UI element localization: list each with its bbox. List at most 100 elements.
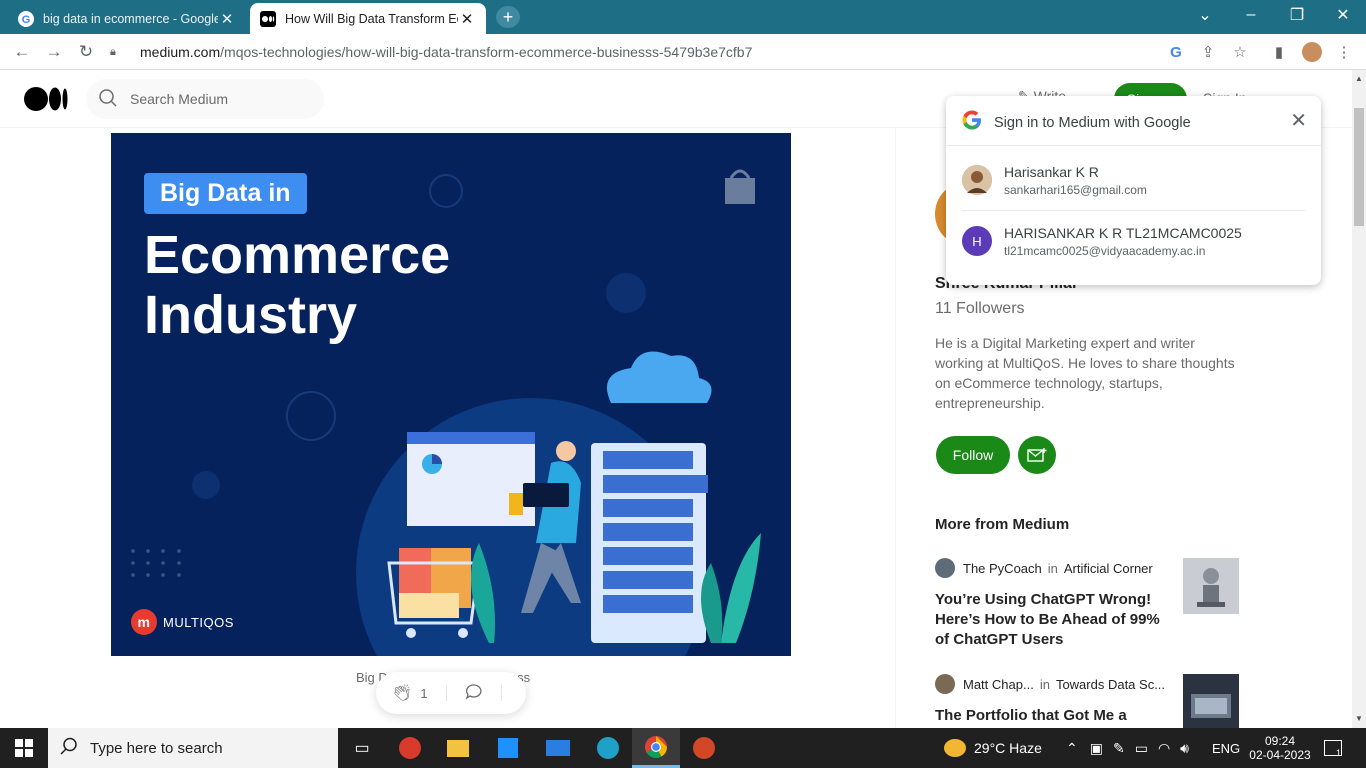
hero-title: Ecommerce Industry [144,225,450,345]
tab-title: How Will Big Data Transform Eco [285,11,458,26]
mail-icon[interactable] [534,728,582,768]
story-card[interactable]: Matt Chap... in Towards Data Sc... The P… [935,674,1239,730]
chevron-up-icon[interactable]: ⌃ [1066,740,1078,757]
weather-widget[interactable]: 29°C Haze [944,728,1042,768]
menu-kebab-icon[interactable]: ⋮ [1334,42,1354,62]
story-card[interactable]: The PyCoach in Artificial Corner You’re … [935,558,1239,650]
restore-button[interactable]: ❐ [1274,0,1320,30]
edge-icon[interactable] [584,728,632,768]
author-avatar[interactable] [935,674,955,694]
story-author[interactable]: Matt Chap... [963,677,1034,692]
story-author[interactable]: The PyCoach [963,561,1042,576]
brand-name: MULTIQOS [163,614,234,630]
powerpoint-icon[interactable] [680,728,728,768]
author-bio: He is a Digital Marketing expert and wri… [935,335,1235,411]
author-avatar[interactable] [935,558,955,578]
story-headline[interactable]: The Portfolio that Got Me a [935,706,1160,726]
clap-icon[interactable]: 👏︎ [392,683,412,703]
account-avatar [962,165,992,195]
forward-arrow-icon[interactable]: → [42,40,66,64]
story-publication[interactable]: Towards Data Sc... [1056,677,1165,692]
account-option[interactable]: Harisankar K R sankarhari165@gmail.com [962,150,1305,210]
account-option[interactable]: H HARISANKAR K R TL21MCAMC0025 tl21mcamc… [962,211,1305,271]
clap-count: 1 [420,685,428,701]
volume-icon[interactable]: 🔊︎ [1180,740,1189,757]
bookmark-star-icon[interactable]: ☆ [1230,42,1250,62]
medium-logo-icon[interactable] [24,87,68,116]
chrome-icon[interactable] [632,728,680,768]
scroll-up-arrow-icon[interactable]: ▲ [1355,74,1363,83]
hero-tag: Big Data in [144,173,307,214]
clock-date: 02-04-2023 [1249,748,1311,762]
tab-close-icon[interactable]: ✕ [218,10,236,28]
url-domain: medium.com [140,44,221,60]
account-avatar: H [962,226,992,256]
hero-title-line1: Ecommerce [144,225,451,285]
tab-search-chevron-icon[interactable]: ⌄ [1182,0,1228,30]
taskbar-search-input[interactable]: Type here to search [48,728,338,768]
medium-favicon-icon [260,10,276,27]
story-publication[interactable]: Artificial Corner [1064,561,1153,576]
scroll-down-arrow-icon[interactable]: ▼ [1355,714,1363,723]
tab-close-icon[interactable]: ✕ [458,10,476,28]
close-window-button[interactable]: ✕ [1320,0,1366,30]
search-input[interactable]: Search Medium [86,79,324,119]
story-in: in [1047,560,1058,576]
story-thumbnail[interactable] [1183,674,1239,730]
story-thumbnail[interactable] [1183,558,1239,614]
minimize-button[interactable]: – [1228,0,1274,30]
comment-icon[interactable] [465,683,483,704]
story-in: in [1039,676,1050,692]
tab-title: big data in ecommerce - Google [43,11,218,26]
tab-medium-article[interactable]: How Will Big Data Transform Eco ✕ [250,3,486,34]
google-signin-popup: Sign in to Medium with Google ✕ Harisank… [946,96,1321,285]
url-path: /mqos-technologies/how-will-big-data-tra… [220,44,753,60]
pen-icon[interactable]: ✎ [1113,740,1125,757]
google-translate-icon[interactable]: G [1166,42,1186,62]
clock[interactable]: 09:24 02-04-2023 [1248,728,1312,768]
hero-title-line2: Industry [144,285,358,345]
search-icon [98,88,118,111]
story-headline[interactable]: You’re Using ChatGPT Wrong! Here’s How t… [935,590,1160,650]
reload-icon[interactable]: ↻ [74,40,98,64]
follower-count[interactable]: 11 Followers [935,300,1025,318]
divider [946,145,1321,146]
profile-avatar[interactable] [1302,42,1322,62]
windows-start-icon[interactable] [0,728,48,768]
divider [500,685,502,701]
browser-toolbar: ← → ↻ 🔒︎ medium.com/mqos-technologies/ho… [0,34,1366,70]
tab-google-search[interactable]: G big data in ecommerce - Google ✕ [8,3,246,34]
subscribe-email-icon[interactable] [1018,436,1056,474]
microsoft-store-icon[interactable] [484,728,532,768]
new-tab-button[interactable]: + [496,6,520,28]
svg-text:G: G [22,14,31,26]
follow-button[interactable]: Follow [936,436,1010,474]
weather-haze-icon [944,739,966,757]
language-indicator[interactable]: ENG [1212,728,1240,768]
account-name: Harisankar K R [1004,163,1099,180]
share-icon[interactable]: ⇪ [1198,42,1218,62]
close-icon[interactable]: ✕ [1290,108,1307,133]
popup-header: Sign in to Medium with Google [962,110,1191,136]
account-email: tl21mcamc0025@vidyaacademy.ac.in [1004,243,1206,258]
google-favicon-icon: G [18,10,34,27]
side-panel-icon[interactable]: ▮ [1269,42,1289,62]
notification-center-icon[interactable]: 1 [1324,728,1342,768]
file-explorer-icon[interactable] [434,728,482,768]
system-tray-icons: ⌃ ▣ ✎ ▭ ◠ 🔊︎ [1066,728,1199,768]
article-hero-image: Big Data in Ecommerce Industry m MULTIQO… [111,133,791,656]
app-icon[interactable] [386,728,434,768]
multiqos-logo: m MULTIQOS [131,609,234,635]
battery-icon[interactable]: ▭ [1135,740,1148,757]
meet-now-icon[interactable]: ▣ [1090,740,1103,757]
google-logo-icon [962,110,982,136]
account-name: HARISANKAR K R TL21MCAMC0025 [1004,224,1242,241]
back-arrow-icon[interactable]: ← [10,40,34,64]
clock-time: 09:24 [1264,734,1296,748]
address-bar[interactable]: 🔒︎ medium.com/mqos-technologies/how-will… [110,37,1260,67]
wifi-icon[interactable]: ◠ [1158,740,1170,757]
search-placeholder: Type here to search [90,739,223,757]
scrollbar-thumb[interactable] [1354,108,1364,226]
task-view-icon[interactable]: ▭ [338,728,386,768]
page-scrollbar[interactable]: ▲ ▼ [1352,70,1366,728]
